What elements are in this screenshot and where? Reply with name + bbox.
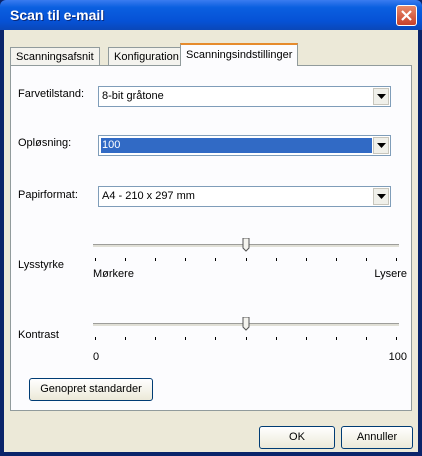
- settings-panel: Farvetilstand: 8-bit gråtone Opløsning: …: [10, 65, 412, 411]
- slider-tick: [155, 258, 156, 261]
- slider-tick: [366, 337, 367, 340]
- tab-scan-section[interactable]: Scanningsafsnit: [10, 47, 100, 65]
- color-mode-select[interactable]: 8-bit gråtone: [98, 86, 391, 107]
- chevron-down-icon: [377, 194, 386, 199]
- slider-tick: [396, 258, 397, 261]
- slider-tick: [246, 337, 247, 340]
- slider-tick: [306, 337, 307, 340]
- slider-tick: [306, 258, 307, 261]
- slider-tick: [276, 337, 277, 340]
- slider-tick: [215, 337, 216, 340]
- contrast-label: Kontrast: [18, 329, 59, 341]
- slider-thumb[interactable]: [242, 317, 250, 331]
- contrast-max-label: 100: [388, 351, 407, 363]
- close-icon: [401, 10, 412, 21]
- restore-defaults-button[interactable]: Genopret standarder: [29, 378, 153, 401]
- slider-tick: [336, 258, 337, 261]
- paper-format-select[interactable]: A4 - 210 x 297 mm: [98, 186, 391, 207]
- brightness-slider[interactable]: [93, 238, 399, 268]
- paper-format-label: Papirformat:: [18, 189, 78, 201]
- slider-thumb[interactable]: [242, 238, 250, 252]
- slider-tick: [276, 258, 277, 261]
- resolution-select[interactable]: 100: [98, 135, 391, 156]
- chevron-down-icon: [377, 143, 386, 148]
- resolution-label: Opløsning:: [18, 137, 72, 149]
- ok-button[interactable]: OK: [259, 426, 335, 449]
- slider-tick: [95, 337, 96, 340]
- slider-tick: [185, 337, 186, 340]
- resolution-value: 100: [102, 139, 121, 151]
- slider-tick: [396, 337, 397, 340]
- tab-configuration[interactable]: Konfiguration: [108, 47, 185, 65]
- cancel-button[interactable]: Annuller: [341, 426, 413, 449]
- chevron-down-icon: [377, 94, 386, 99]
- contrast-slider[interactable]: [93, 317, 399, 347]
- brightness-label: Lysstyrke: [18, 259, 65, 271]
- slider-tick: [185, 258, 186, 261]
- window-title: Scan til e-mail: [10, 7, 105, 23]
- dialog-window: Scan til e-mail Scanningsafsnit Konfigur…: [0, 0, 422, 456]
- slider-tick: [246, 258, 247, 261]
- color-mode-dropdown-button[interactable]: [373, 88, 389, 105]
- slider-tick: [125, 337, 126, 340]
- contrast-min-label: 0: [93, 351, 100, 363]
- tab-scan-settings[interactable]: Scanningsindstillinger: [180, 43, 299, 66]
- brightness-min-label: Mørkere: [93, 268, 134, 280]
- slider-tick: [366, 258, 367, 261]
- slider-tick: [95, 258, 96, 261]
- paper-format-dropdown-button[interactable]: [373, 188, 389, 205]
- dialog-client: Scanningsafsnit Konfiguration Scanningsi…: [4, 30, 418, 452]
- paper-format-value: A4 - 210 x 297 mm: [102, 190, 195, 202]
- brightness-max-label: Lysere: [374, 268, 407, 280]
- resolution-dropdown-button[interactable]: [373, 137, 389, 154]
- close-button[interactable]: [396, 5, 417, 26]
- slider-tick: [336, 337, 337, 340]
- slider-tick: [155, 337, 156, 340]
- slider-tick: [215, 258, 216, 261]
- title-bar[interactable]: Scan til e-mail: [0, 0, 422, 30]
- selection-highlight: [101, 138, 372, 153]
- slider-tick: [125, 258, 126, 261]
- color-mode-label: Farvetilstand:: [18, 88, 85, 100]
- color-mode-value: 8-bit gråtone: [102, 90, 164, 102]
